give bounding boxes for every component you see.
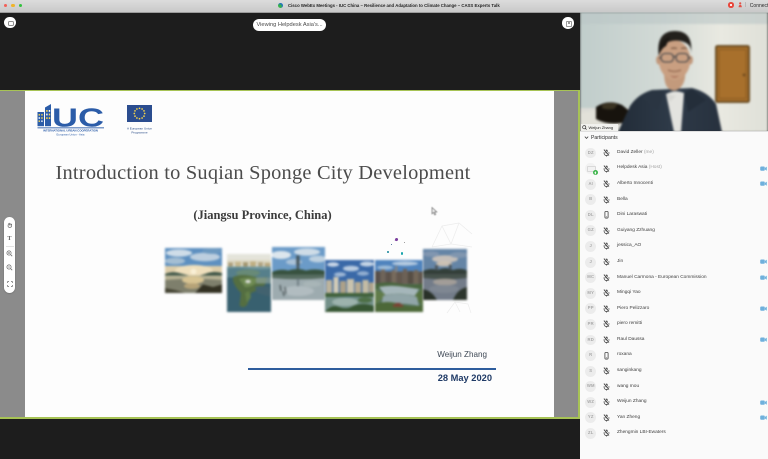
svg-text:European Union - Asia: European Union - Asia	[57, 132, 85, 136]
svg-text:Programme: Programme	[131, 131, 147, 135]
